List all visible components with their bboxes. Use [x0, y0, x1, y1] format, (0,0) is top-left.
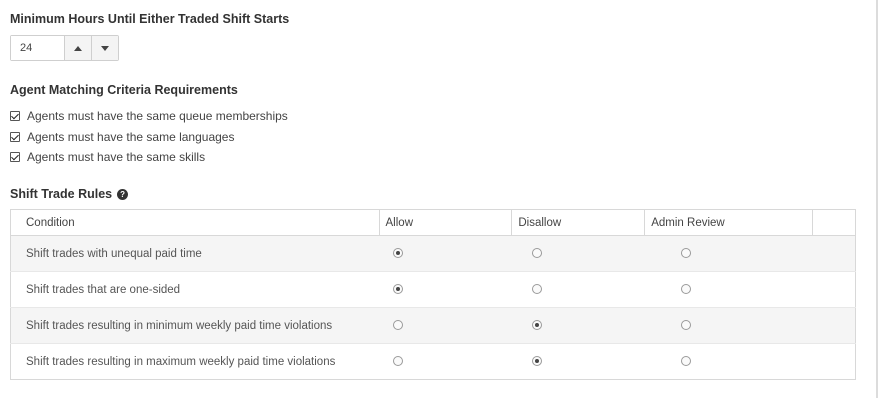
admin-review-radio[interactable]: [680, 284, 691, 295]
min-hours-stepper: [10, 35, 119, 61]
admin-review-radio[interactable]: [680, 248, 691, 259]
allow-radio[interactable]: [393, 248, 404, 259]
shift-trade-rules-title: Shift Trade Rules?: [10, 187, 129, 201]
rules-title-text: Shift Trade Rules: [10, 187, 113, 201]
table-row: Shift trades resulting in minimum weekly…: [10, 307, 856, 344]
matching-criteria-title: Agent Matching Criteria Requirements: [10, 83, 238, 97]
criteria-skills[interactable]: Agents must have the same skills: [10, 150, 205, 164]
table-header-row: Condition Allow Disallow Admin Review: [10, 209, 856, 236]
criteria-label: Agents must have the same languages: [27, 130, 235, 144]
question-circle-icon[interactable]: ?: [117, 189, 129, 200]
table-row: Shift trades with unequal paid time: [10, 235, 856, 272]
decrement-button[interactable]: [91, 36, 118, 60]
table-row: Shift trades resulting in maximum weekly…: [10, 343, 856, 380]
checkbox[interactable]: [10, 132, 20, 142]
criteria-label: Agents must have the same queue membersh…: [27, 109, 288, 123]
admin-review-radio[interactable]: [680, 356, 691, 367]
admin-review-radio[interactable]: [680, 320, 691, 331]
checkbox[interactable]: [10, 111, 20, 121]
condition-cell: Shift trades resulting in maximum weekly…: [10, 343, 380, 380]
checkbox[interactable]: [10, 152, 20, 162]
disallow-radio[interactable]: [531, 284, 542, 295]
table-row: Shift trades that are one-sided: [10, 271, 856, 308]
column-header-disallow: Disallow: [511, 209, 646, 236]
criteria-label: Agents must have the same skills: [27, 150, 206, 164]
allow-radio[interactable]: [393, 320, 404, 331]
allow-radio[interactable]: [393, 284, 404, 295]
column-header-admin-review: Admin Review: [644, 209, 814, 236]
disallow-radio[interactable]: [531, 356, 542, 367]
condition-cell: Shift trades resulting in minimum weekly…: [10, 307, 380, 344]
condition-cell: Shift trades with unequal paid time: [10, 235, 380, 272]
increment-button[interactable]: [65, 36, 92, 60]
condition-cell: Shift trades that are one-sided: [10, 271, 380, 308]
shift-trade-settings: Minimum Hours Until Either Traded Shift …: [0, 0, 878, 398]
triangle-up-icon: [74, 45, 83, 51]
shift-trade-rules-table: Condition Allow Disallow Admin Review Sh…: [10, 209, 856, 380]
allow-radio[interactable]: [393, 356, 404, 367]
criteria-languages[interactable]: Agents must have the same languages: [10, 130, 234, 144]
disallow-radio[interactable]: [531, 248, 542, 259]
min-hours-input[interactable]: [11, 36, 65, 60]
triangle-down-icon: [101, 45, 110, 51]
column-header-spacer: [812, 209, 856, 236]
criteria-queue-memberships[interactable]: Agents must have the same queue membersh…: [10, 109, 288, 123]
column-header-condition: Condition: [10, 209, 380, 236]
column-header-allow: Allow: [379, 209, 513, 236]
min-hours-title: Minimum Hours Until Either Traded Shift …: [10, 12, 290, 26]
disallow-radio[interactable]: [531, 320, 542, 331]
